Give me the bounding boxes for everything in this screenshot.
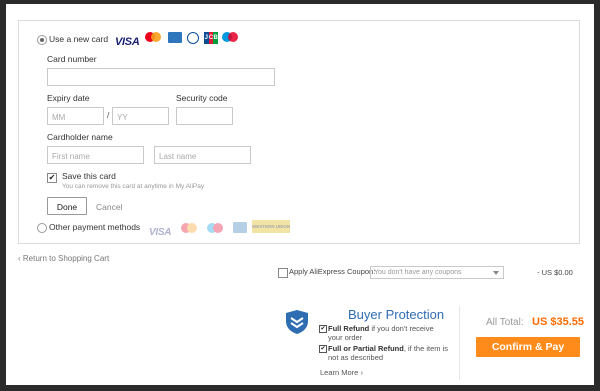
maestro-logo	[222, 31, 242, 44]
buyer-protection-title: Buyer Protection	[348, 307, 445, 322]
divider	[459, 306, 460, 380]
done-button[interactable]: Done	[47, 197, 87, 215]
amex-logo	[168, 32, 182, 43]
full-refund-line-2: your order	[328, 333, 363, 342]
expiry-separator: /	[107, 110, 110, 120]
cardholder-name-label: Cardholder name	[47, 132, 113, 142]
save-card-checkbox[interactable]: ✔	[47, 173, 57, 183]
other-methods-radio[interactable]	[37, 223, 47, 233]
expiry-month-input[interactable]: MM	[47, 107, 104, 125]
confirm-and-pay-button[interactable]: Confirm & Pay	[476, 337, 580, 357]
partial-refund-line-2: not as described	[328, 353, 384, 362]
cancel-link[interactable]: Cancel	[96, 202, 122, 212]
western-union-faded-logo: WESTERN UNION	[252, 220, 290, 233]
payment-methods-box: Use a new card VISA JCB Card number Expi…	[18, 20, 580, 244]
coupon-label: Apply AliExpress Coupon:	[289, 267, 376, 276]
learn-more-link[interactable]: Learn More ›	[320, 368, 363, 377]
coupon-checkbox[interactable]	[278, 268, 288, 278]
checkout-payment-panel: Use a new card VISA JCB Card number Expi…	[6, 4, 594, 385]
jcb-logo: JCB	[204, 32, 219, 44]
mastercard-faded-logo	[181, 222, 201, 235]
all-total-label: All Total:	[486, 317, 524, 328]
security-code-input[interactable]	[176, 107, 233, 125]
full-refund-line: Full Refund if you don't receive	[328, 324, 434, 333]
check-icon: ✔	[319, 345, 327, 353]
maestro-faded-logo	[207, 222, 227, 235]
first-name-input[interactable]: First name	[47, 146, 144, 164]
last-name-input[interactable]: Last name	[154, 146, 251, 164]
new-card-radio[interactable]	[37, 35, 47, 45]
mastercard-logo	[145, 31, 165, 44]
other-methods-label: Other payment methods	[49, 222, 141, 232]
chevron-down-icon	[493, 271, 499, 275]
new-card-label: Use a new card	[49, 34, 109, 44]
card-number-input[interactable]	[47, 68, 275, 86]
save-card-label: Save this card	[62, 171, 116, 181]
expiry-date-label: Expiry date	[47, 93, 90, 103]
coupon-select-value: You don't have any coupons	[374, 269, 462, 276]
amex-faded-logo	[233, 222, 247, 233]
save-card-hint: You can remove this card at anytime in M…	[62, 183, 205, 190]
shield-icon	[286, 310, 308, 334]
partial-refund-line: Full or Partial Refund, if the item is	[328, 344, 449, 353]
expiry-year-input[interactable]: YY	[112, 107, 169, 125]
coupon-select[interactable]: You don't have any coupons	[370, 266, 504, 279]
all-total-amount: US $35.55	[532, 316, 584, 328]
check-icon: ✔	[319, 325, 327, 333]
return-to-cart-link[interactable]: ‹ Return to Shopping Cart	[18, 254, 109, 263]
visa-faded-logo: VISA	[149, 227, 172, 238]
card-number-label: Card number	[47, 54, 97, 64]
coupon-discount: - US $0.00	[537, 268, 573, 277]
diners-club-logo	[187, 32, 199, 44]
security-code-label: Security code	[176, 93, 228, 103]
visa-logo: VISA	[115, 36, 140, 48]
